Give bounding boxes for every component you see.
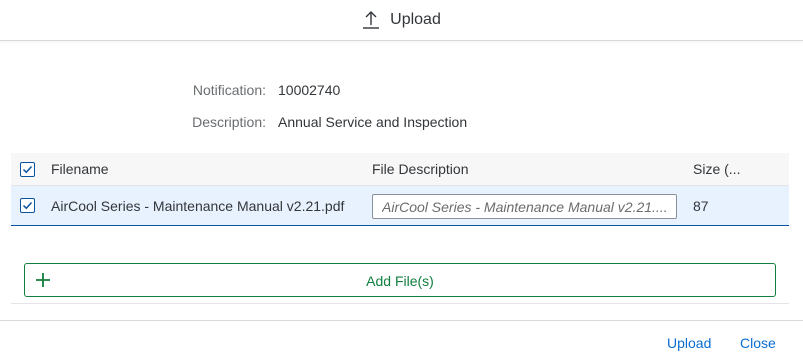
notification-value: 10002740 bbox=[278, 82, 341, 98]
notification-info: Notification: 10002740 Description: Annu… bbox=[0, 78, 803, 142]
description-value: Annual Service and Inspection bbox=[278, 114, 468, 130]
table-header: Filename File Description Size (... bbox=[11, 153, 789, 186]
description-label: Description: bbox=[192, 114, 266, 130]
row-filename: AirCool Series - Maintenance Manual v2.2… bbox=[51, 198, 345, 214]
upload-table: Filename File Description Size (... AirC… bbox=[11, 153, 789, 226]
column-header-size[interactable]: Size (... bbox=[693, 161, 740, 177]
checkmark-icon bbox=[22, 165, 33, 174]
dialog-footer: Upload Close bbox=[0, 320, 803, 361]
select-all-checkbox[interactable] bbox=[20, 162, 35, 177]
checkmark-icon bbox=[22, 201, 33, 210]
dialog-title-group: Upload bbox=[362, 10, 441, 30]
notification-label: Notification: bbox=[192, 82, 266, 98]
add-files-button[interactable]: Add File(s) bbox=[24, 263, 776, 297]
column-header-filename[interactable]: Filename bbox=[51, 161, 109, 177]
table-row[interactable]: AirCool Series - Maintenance Manual v2.2… bbox=[11, 186, 789, 226]
dialog-title: Upload bbox=[390, 11, 441, 28]
row-checkbox[interactable] bbox=[20, 198, 35, 213]
notification-row: Notification: 10002740 bbox=[0, 78, 803, 110]
row-size: 87 bbox=[693, 198, 709, 214]
upload-button[interactable]: Upload bbox=[667, 335, 711, 351]
add-files-label: Add File(s) bbox=[366, 273, 434, 289]
dialog-header: Upload bbox=[0, 0, 803, 41]
close-button[interactable]: Close bbox=[740, 335, 776, 351]
upload-icon bbox=[363, 11, 380, 29]
description-row: Description: Annual Service and Inspecti… bbox=[0, 110, 803, 142]
column-header-file-description[interactable]: File Description bbox=[372, 161, 468, 177]
file-description-input[interactable] bbox=[372, 194, 677, 219]
divider bbox=[11, 303, 789, 304]
